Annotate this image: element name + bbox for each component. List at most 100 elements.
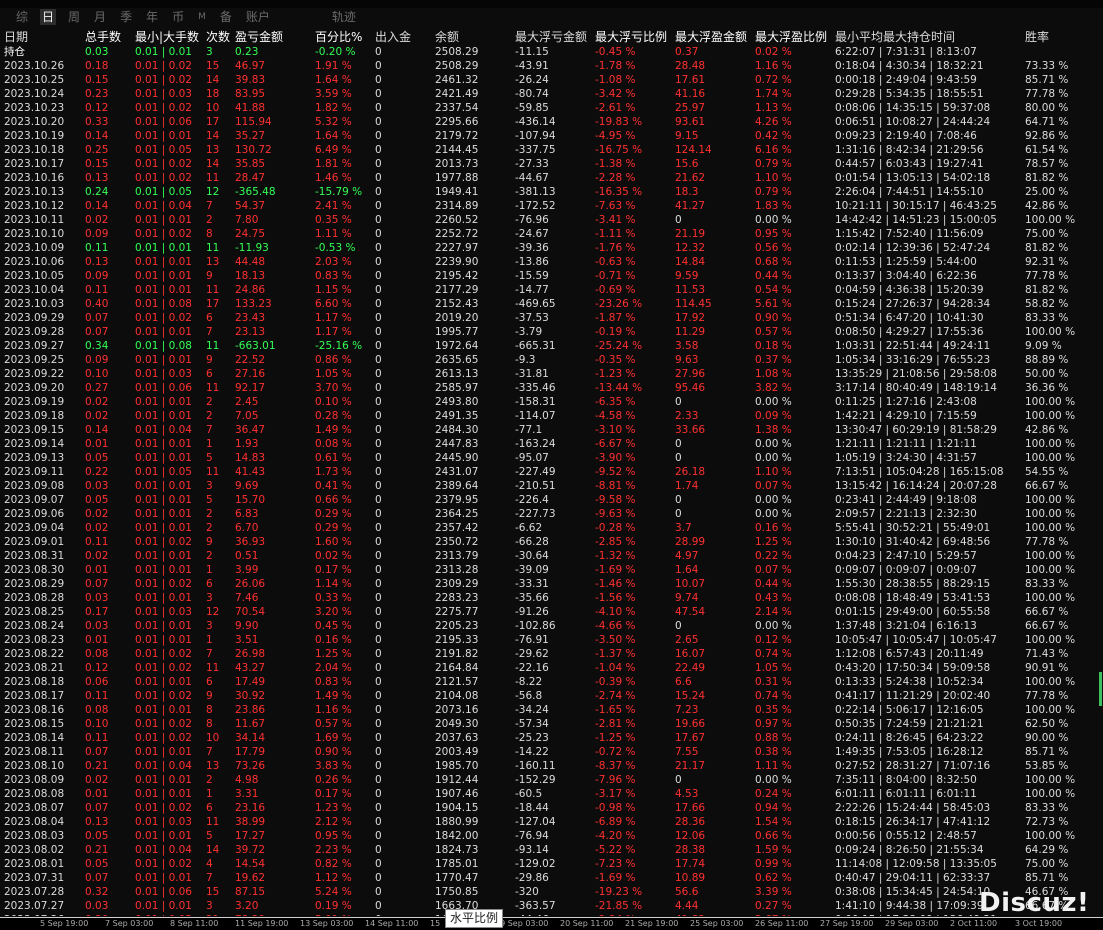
table-row[interactable]: 2023.09.06 0.02 0.01 | 0.01 2 6.83 0.29 % 0 236… [4, 507, 1103, 521]
tab-3[interactable]: 月 [92, 9, 108, 25]
table-row[interactable]: 2023.08.25 0.17 0.01 | 0.03 12 70.54 3.20 % 0 2… [4, 605, 1103, 619]
table-row[interactable]: 2023.07.28 0.32 0.01 | 0.06 15 87.15 5.24 % 0 1… [4, 885, 1103, 899]
table-row[interactable]: 2023.09.08 0.03 0.01 | 0.01 3 9.69 0.41 % 0 238… [4, 479, 1103, 493]
table-row[interactable]: 2023.09.19 0.02 0.01 | 0.01 2 2.45 0.10 % 0 249… [4, 395, 1103, 409]
header-win-rate[interactable]: 胜率 [1025, 30, 1103, 45]
cell-count: 12 [206, 606, 220, 618]
table-row[interactable]: 2023.09.18 0.02 0.01 | 0.01 2 7.05 0.28 % 0 249… [4, 409, 1103, 423]
tab-6[interactable]: 币 [170, 9, 186, 25]
tab-0[interactable]: 综 [14, 9, 30, 25]
table-row[interactable]: 2023.10.10 0.09 0.01 | 0.02 8 24.75 1.11 % 0 22… [4, 227, 1103, 241]
tab-5[interactable]: 年 [144, 9, 160, 25]
header-count[interactable]: 次数 [206, 30, 234, 45]
table-row[interactable]: 2023.10.19 0.14 0.01 | 0.01 14 35.27 1.64 % 0 2… [4, 129, 1103, 143]
table-row[interactable]: 2023.08.18 0.06 0.01 | 0.01 6 17.49 0.83 % 0 21… [4, 675, 1103, 689]
header-max-float-profit-pct[interactable]: 最大浮盈比例 [755, 30, 833, 45]
cell-max-float-profit: 95.46 [675, 382, 706, 394]
header-max-float-loss-pct[interactable]: 最大浮亏比例 [595, 30, 673, 45]
cell-hold-time: 0:04:23 | 2:47:10 | 5:29:57 [835, 550, 977, 562]
table-row[interactable]: 2023.08.04 0.13 0.01 | 0.03 11 38.99 2.12 % 0 1… [4, 815, 1103, 829]
tab-8[interactable]: 备 [218, 9, 234, 25]
table-row[interactable]: 2023.08.07 0.07 0.01 | 0.02 6 23.16 1.23 % 0 19… [4, 801, 1103, 815]
header-min-max-lots[interactable]: 最小|大手数 [135, 30, 205, 45]
header-hold-time[interactable]: 最小平均最大持仓时间 [835, 30, 1025, 45]
header-date[interactable]: 日期 [4, 30, 84, 45]
table-row[interactable]: 2023.09.27 0.34 0.01 | 0.08 11 -663.01 -25.16… [4, 339, 1103, 353]
table-row[interactable]: 2023.10.04 0.11 0.01 | 0.01 11 24.86 1.15 % 0 2… [4, 283, 1103, 297]
table-row[interactable]: 2023.08.16 0.08 0.01 | 0.01 8 23.86 1.16 % 0 20… [4, 703, 1103, 717]
table-row[interactable]: 2023.08.03 0.05 0.01 | 0.01 5 17.27 0.95 % 0 18… [4, 829, 1103, 843]
tab-7[interactable]: M [196, 9, 208, 25]
table-row[interactable]: 2023.10.11 0.02 0.01 | 0.01 2 7.80 0.35 % 0 226… [4, 213, 1103, 227]
table-row[interactable]: 2023.09.14 0.01 0.01 | 0.01 1 1.93 0.08 % 0 244… [4, 437, 1103, 451]
table-row[interactable]: 2023.10.24 0.23 0.01 | 0.03 18 83.95 3.59 % 0 2… [4, 87, 1103, 101]
header-deposit[interactable]: 出入金 [375, 30, 433, 45]
table-row[interactable]: 2023.07.31 0.07 0.01 | 0.01 7 19.62 1.12 % 0 17… [4, 871, 1103, 885]
open-positions-row[interactable]: 持仓 0.03 0.01 | 0.01 3 0.23 -0.20 % 0 2508.29 -11… [4, 45, 1103, 59]
table-row[interactable]: 2023.10.06 0.13 0.01 | 0.01 13 44.48 2.03 % 0 2… [4, 255, 1103, 269]
tab-9[interactable]: 账户 [244, 9, 272, 25]
table-row[interactable]: 2023.07.27 0.03 0.01 | 0.01 3 3.20 0.19 % 0 166… [4, 899, 1103, 913]
table-row[interactable]: 2023.10.20 0.33 0.01 | 0.06 17 115.94 5.32 % 0… [4, 115, 1103, 129]
table-row[interactable]: 2023.10.03 0.40 0.01 | 0.08 17 133.23 6.60 % 0… [4, 297, 1103, 311]
table-row[interactable]: 2023.08.01 0.05 0.01 | 0.02 4 14.54 0.82 % 0 17… [4, 857, 1103, 871]
table-row[interactable]: 2023.10.13 0.24 0.01 | 0.05 12 -365.48 -15.79… [4, 185, 1103, 199]
table-row[interactable]: 2023.08.17 0.11 0.01 | 0.02 9 30.92 1.49 % 0 21… [4, 689, 1103, 703]
table-row[interactable]: 2023.08.14 0.11 0.01 | 0.02 10 34.14 1.69 % 0 2… [4, 731, 1103, 745]
table-row[interactable]: 2023.08.23 0.01 0.01 | 0.01 1 3.51 0.16 % 0 219… [4, 633, 1103, 647]
cell-max-float-loss: -22.16 [515, 662, 549, 674]
tab-4[interactable]: 季 [118, 9, 134, 25]
table-row[interactable]: 2023.09.04 0.02 0.01 | 0.01 2 6.70 0.29 % 0 235… [4, 521, 1103, 535]
table-row[interactable]: 2023.10.17 0.15 0.01 | 0.02 14 35.85 1.81 % 0 2… [4, 157, 1103, 171]
table-row[interactable]: 2023.08.24 0.03 0.01 | 0.01 3 9.90 0.45 % 0 220… [4, 619, 1103, 633]
table-row[interactable]: 2023.09.20 0.27 0.01 | 0.06 11 92.17 3.70 % 0 2… [4, 381, 1103, 395]
cell-count: 2 [206, 522, 213, 534]
cell-balance: 1842.00 [435, 830, 479, 842]
table-row[interactable]: 2023.08.21 0.12 0.01 | 0.02 11 43.27 2.04 % 0 2… [4, 661, 1103, 675]
table-row[interactable]: 2023.08.10 0.21 0.01 | 0.04 13 73.26 3.83 % 0 1… [4, 759, 1103, 773]
table-row[interactable]: 2023.10.18 0.25 0.01 | 0.05 13 130.72 6.49 % 0… [4, 143, 1103, 157]
table-row[interactable]: 2023.10.16 0.13 0.01 | 0.02 11 28.47 1.46 % 0 1… [4, 171, 1103, 185]
table-row[interactable]: 2023.09.13 0.05 0.01 | 0.01 5 14.83 0.61 % 0 24… [4, 451, 1103, 465]
tab-1[interactable]: 日 [40, 9, 57, 25]
table-row[interactable]: 2023.08.02 0.21 0.01 | 0.04 14 39.72 2.23 % 0 1… [4, 843, 1103, 857]
table-row[interactable]: 2023.09.29 0.07 0.01 | 0.02 6 23.43 1.17 % 0 20… [4, 311, 1103, 325]
header-balance[interactable]: 余额 [435, 30, 513, 45]
table-row[interactable]: 2023.08.22 0.08 0.01 | 0.02 7 26.98 1.25 % 0 21… [4, 647, 1103, 661]
time-axis[interactable]: 5 Sep 19:00 7 Sep 03:00 8 Sep 11:00 11 Sep … [0, 917, 1103, 930]
tab-2[interactable]: 周 [66, 9, 82, 25]
cell-pnl: 23.13 [235, 326, 266, 338]
header-max-float-loss[interactable]: 最大浮亏金额 [515, 30, 593, 45]
table-row[interactable]: 2023.10.05 0.09 0.01 | 0.01 9 18.13 0.83 % 0 21… [4, 269, 1103, 283]
table-row[interactable]: 2023.08.15 0.10 0.01 | 0.02 8 11.67 0.57 % 0 20… [4, 717, 1103, 731]
table-row[interactable]: 2023.10.26 0.18 0.01 | 0.02 15 46.97 1.91 % 0 2… [4, 59, 1103, 73]
cell-deposit: 0 [375, 564, 382, 576]
table-row[interactable]: 2023.09.15 0.14 0.01 | 0.04 7 36.47 1.49 % 0 24… [4, 423, 1103, 437]
header-max-float-profit[interactable]: 最大浮盈金额 [675, 30, 753, 45]
table-row[interactable]: 2023.09.07 0.05 0.01 | 0.01 5 15.70 0.66 % 0 23… [4, 493, 1103, 507]
table-row[interactable]: 2023.08.29 0.07 0.01 | 0.02 6 26.06 1.14 % 0 23… [4, 577, 1103, 591]
table-row[interactable]: 2023.08.31 0.02 0.01 | 0.01 2 0.51 0.02 % 0 231… [4, 549, 1103, 563]
tab-trajectory[interactable]: 轨迹 [330, 9, 358, 25]
table-row[interactable]: 2023.09.22 0.10 0.01 | 0.03 6 27.16 1.05 % 0 26… [4, 367, 1103, 381]
table-row[interactable]: 2023.08.08 0.01 0.01 | 0.01 1 3.31 0.17 % 0 190… [4, 787, 1103, 801]
header-total-lots[interactable]: 总手数 [85, 30, 133, 45]
header-pnl[interactable]: 盈亏金额 [235, 30, 313, 45]
cell-deposit: 0 [375, 494, 382, 506]
table-row[interactable]: 2023.09.01 0.11 0.01 | 0.02 9 36.93 1.60 % 0 23… [4, 535, 1103, 549]
table-row[interactable]: 2023.10.12 0.14 0.01 | 0.04 7 54.37 2.41 % 0 23… [4, 199, 1103, 213]
table-row[interactable]: 2023.09.28 0.07 0.01 | 0.01 7 23.13 1.17 % 0 19… [4, 325, 1103, 339]
table-row[interactable]: 2023.09.25 0.09 0.01 | 0.01 9 22.52 0.86 % 0 26… [4, 353, 1103, 367]
table-row[interactable]: 2023.08.11 0.07 0.01 | 0.01 7 17.79 0.90 % 0 20… [4, 745, 1103, 759]
cell-min-max-lots: 0.01 | 0.01 [135, 522, 192, 534]
header-percent[interactable]: 百分比% [315, 30, 375, 45]
table-row[interactable]: 2023.08.30 0.01 0.01 | 0.01 1 3.99 0.17 % 0 231… [4, 563, 1103, 577]
scroll-marker[interactable] [1099, 672, 1102, 706]
table-row[interactable]: 2023.08.28 0.03 0.01 | 0.01 3 7.46 0.33 % 0 228… [4, 591, 1103, 605]
table-row[interactable]: 2023.09.11 0.22 0.01 | 0.05 11 41.43 1.73 % 0 2… [4, 465, 1103, 479]
table-row[interactable]: 2023.07.260.300.01 | 0.052178.295.01 %01… [4, 913, 1103, 916]
table-row[interactable]: 2023.10.25 0.15 0.01 | 0.02 14 39.83 1.64 % 0 2… [4, 73, 1103, 87]
table-row[interactable]: 2023.10.09 0.11 0.01 | 0.01 11 -11.93 -0.53 %… [4, 241, 1103, 255]
table-row[interactable]: 2023.08.09 0.02 0.01 | 0.01 2 4.98 0.26 % 0 191… [4, 773, 1103, 787]
table-row[interactable]: 2023.10.23 0.12 0.01 | 0.02 10 41.88 1.82 % 0 2… [4, 101, 1103, 115]
